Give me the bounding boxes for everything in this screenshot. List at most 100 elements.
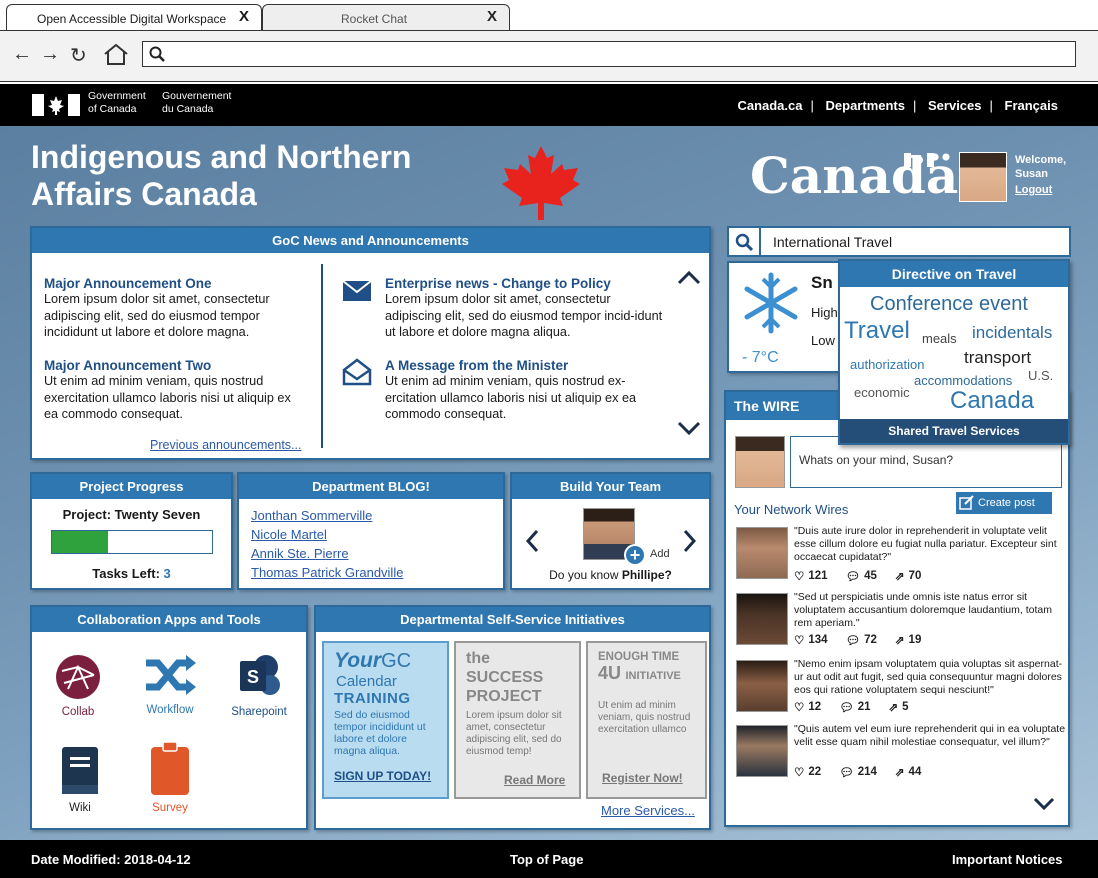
share-icon[interactable]: ⇗ [895,569,905,583]
tag-accommodations[interactable]: accommodations [914,373,1012,388]
share-icon[interactable]: ⇗ [889,700,899,714]
tag-canada[interactable]: Canada [950,387,1034,415]
chevron-up-icon[interactable] [676,268,702,286]
wordmark-flag-icon [904,153,934,167]
post-avatar [736,527,788,579]
chevron-left-icon[interactable] [524,528,540,554]
app-wiki[interactable]: Wiki [52,745,108,814]
tab-rocket-chat[interactable]: Rocket Chat X [262,4,510,30]
link-francais[interactable]: Français [1005,98,1058,113]
blog-link[interactable]: Thomas Patrick Grandville [251,563,403,582]
share-icon[interactable]: ⇗ [895,765,905,779]
travel-directive-popup: Directive on Travel Conference event Tra… [838,259,1070,445]
heart-icon[interactable]: ♡ [794,700,804,714]
user-avatar[interactable] [959,152,1007,202]
tag-economic[interactable]: economic [854,385,910,400]
search-icon [149,46,165,62]
chevron-right-icon[interactable] [682,528,698,554]
news-item-title[interactable]: Major Announcement Two [44,358,304,373]
share-icon[interactable]: ⇗ [895,633,905,647]
link-departments[interactable]: Departments [826,98,905,113]
card-training[interactable]: YourGC Calendar TRAINING Sed do eiusmod … [322,641,449,799]
add-icon[interactable]: + [624,544,646,566]
heart-icon[interactable]: ♡ [794,569,804,583]
project-progress-panel: Project Progress Project: Twenty Seven T… [30,472,233,590]
heart-icon[interactable]: ♡ [794,765,804,779]
search-input[interactable]: International Travel [761,234,892,250]
likes-count: 12 [808,701,822,713]
clipboard-icon [151,741,189,795]
card-calendar: Calendar [336,673,397,690]
comment-icon[interactable]: 💬︎ [839,765,854,779]
forward-icon[interactable]: → [40,43,60,66]
sharepoint-icon: S [240,655,280,695]
tag-meals[interactable]: meals [922,331,957,346]
create-post-button[interactable]: Create post [956,492,1052,514]
blog-link[interactable]: Nicole Martel [251,525,403,544]
shares-count: 5 [902,701,909,713]
shuffle-icon [146,655,196,695]
blog-link[interactable]: Annik Ste. Pierre [251,544,403,563]
tag-incidentals[interactable]: incidentals [972,323,1052,343]
close-tab-icon[interactable]: X [487,8,497,25]
app-workflow[interactable]: Workflow [138,653,202,716]
progress-bar [51,530,213,554]
sign-up-link[interactable]: SIGN UP TODAY! [334,769,431,783]
tag-us[interactable]: U.S. [1028,368,1053,383]
app-sharepoint[interactable]: S Sharepoint [226,651,292,718]
back-icon[interactable]: ← [12,43,32,66]
more-services-link[interactable]: More Services... [601,803,695,818]
important-notices-link[interactable]: Important Notices [952,852,1063,867]
close-tab-icon[interactable]: X [239,8,249,25]
post-text: "Sed ut perspiciatis unde omnis iste nat… [794,591,1052,629]
post-avatar [736,593,788,645]
card-text: Sed do eiusmod tempor incididunt ut labo… [334,709,426,757]
address-bar[interactable] [142,41,1076,67]
app-collab[interactable]: Collab [48,653,108,718]
home-icon[interactable] [102,42,130,66]
post-avatar [736,725,788,777]
card-time[interactable]: ENOUGH TIME 4U INITIATIVE Ut enim ad min… [586,641,707,799]
card-success[interactable]: the SUCCESS PROJECT Lorem ipsum dolor sit … [454,641,581,799]
post-text: "Nemo enim ipsam voluptatem quia volupta… [794,658,1063,696]
envelope-icon [342,280,372,301]
reload-icon[interactable]: ↻ [70,43,87,68]
blog-link[interactable]: Jonthan Sommerville [251,506,403,525]
heart-icon[interactable]: ♡ [794,633,804,647]
news-item: Major Announcement One Lorem ipsum dolor… [44,276,304,341]
tag-conference-event[interactable]: Conference event [870,293,1028,316]
news-title: GoC News and Announcements [32,228,709,253]
search-button[interactable] [729,228,761,255]
comment-icon[interactable]: 💬︎ [846,569,861,583]
news-item-title[interactable]: A Message from the Minister [385,358,663,373]
link-canada-ca[interactable]: Canada.ca [737,98,802,113]
blog-title: Department BLOG! [239,474,503,499]
comment-icon[interactable]: 💬︎ [839,700,854,714]
comment-icon[interactable]: 💬︎ [846,633,861,647]
shares-count: 70 [908,570,922,582]
date-modified: Date Modified: 2018-04-12 [31,852,191,867]
news-item-title[interactable]: Major Announcement One [44,276,304,291]
previous-announcements-link[interactable]: Previous announcements... [150,438,301,452]
read-more-link[interactable]: Read More [504,773,565,787]
tag-travel[interactable]: Travel [844,317,910,345]
book-icon [62,747,98,794]
register-now-link[interactable]: Register Now! [602,771,683,785]
weather-title: Sn [811,273,833,292]
news-item: Major Announcement Two Ut enim ad minim … [44,358,304,423]
link-services[interactable]: Services [928,98,982,113]
top-of-page-link[interactable]: Top of Page [510,852,583,867]
app-survey[interactable]: Survey [142,741,198,814]
tag-transport[interactable]: transport [964,348,1031,368]
chevron-down-icon[interactable] [676,420,702,438]
card-text: Lorem ipsum dolor sit amet, consectetur … [466,710,562,757]
card-the: the [466,650,490,667]
add-label[interactable]: Add [650,548,670,560]
tab-workspace[interactable]: Open Accessible Digital Workspace X [6,4,262,30]
news-item-title[interactable]: Enterprise news - Change to Policy [385,276,663,291]
chevron-down-icon[interactable] [1032,796,1056,812]
travel-header[interactable]: Directive on Travel [840,261,1068,287]
tag-authorization[interactable]: authorization [850,357,924,372]
shared-travel-services[interactable]: Shared Travel Services [840,419,1068,443]
logout-link[interactable]: Logout [1015,183,1066,197]
